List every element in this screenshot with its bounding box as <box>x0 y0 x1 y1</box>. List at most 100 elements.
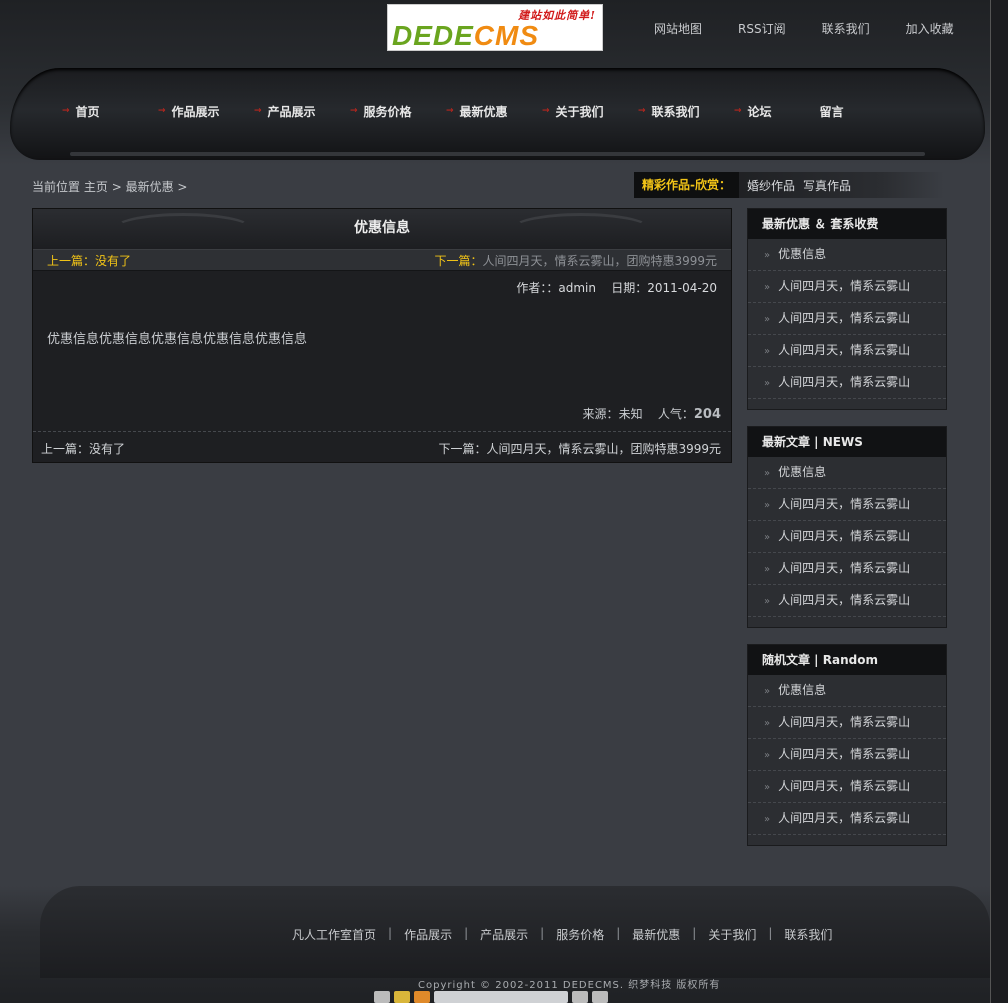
footer-link-home[interactable]: 凡人工作室首页 <box>292 926 376 943</box>
bullet-icon: » <box>764 596 771 607</box>
list-item[interactable]: » 人间四月天，情系云雾山 <box>748 521 946 553</box>
breadcrumb: 当前位置 主页 > 最新优惠 > <box>32 178 187 195</box>
nav-item-pricing[interactable]: → 服务价格 <box>350 102 446 120</box>
breadcrumb-current[interactable]: 最新优惠 <box>126 180 174 194</box>
footer-link-pricing[interactable]: 服务价格 <box>556 926 604 943</box>
nav-item-forum[interactable]: → 论坛 <box>734 102 806 120</box>
article-meta: 作者：：admin 日期：2011-04-20 <box>516 281 717 295</box>
featured-link-wedding[interactable]: 婚纱作品 <box>747 177 795 194</box>
list-item[interactable]: » 人间四月天，情系云雾山 <box>748 303 946 335</box>
list-item[interactable]: » 人间四月天，情系云雾山 <box>748 707 946 739</box>
footer-link-works[interactable]: 作品展示 <box>404 926 452 943</box>
copyright: Copyright © 2002-2011 DEDECMS. 织梦科技 版权所有 <box>418 980 721 991</box>
list-item[interactable]: » 人间四月天，情系云雾山 <box>748 489 946 521</box>
ornament-icon <box>511 213 651 245</box>
bullet-icon: » <box>764 346 771 357</box>
footer-separator: | <box>692 926 697 940</box>
bullet-icon: » <box>764 782 771 793</box>
footer-separator: | <box>768 926 773 940</box>
stop-icon[interactable] <box>414 991 430 1003</box>
list-item[interactable]: » 优惠信息 <box>748 457 946 489</box>
list-item[interactable]: » 优惠信息 <box>748 239 946 271</box>
bullet-icon: » <box>764 314 771 325</box>
list-item[interactable]: » 人间四月天，情系云雾山 <box>748 367 946 399</box>
vertical-scrollbar[interactable] <box>990 0 1008 1003</box>
arrow-icon: → <box>734 106 742 116</box>
forward-icon[interactable] <box>592 991 608 1003</box>
bullet-icon: » <box>764 468 771 479</box>
arrow-icon: → <box>638 106 646 116</box>
list-item[interactable]: » 人间四月天，情系云雾山 <box>748 585 946 617</box>
arrow-icon: → <box>542 106 550 116</box>
nav-item-message[interactable]: →留言 <box>806 102 866 120</box>
arrow-icon: → <box>62 106 70 116</box>
article-panel: 优惠信息 上一篇：没有了 下一篇：人间四月天，情系云雾山，团购特惠3999元 作… <box>32 208 732 463</box>
ornament-icon <box>113 213 253 245</box>
top-link-contact[interactable]: 联系我们 <box>822 20 870 37</box>
footer-link-offers[interactable]: 最新优惠 <box>632 926 680 943</box>
top-links: 网站地图 RSS订阅 联系我们 加入收藏 <box>654 20 990 37</box>
footer-link-contact[interactable]: 联系我们 <box>784 926 832 943</box>
prev-article-top[interactable]: 上一篇：没有了 <box>47 252 131 269</box>
bullet-icon: » <box>764 282 771 293</box>
bullet-icon: » <box>764 250 771 261</box>
progress-bar[interactable] <box>434 991 568 1003</box>
media-player <box>374 991 608 1003</box>
top-link-favorite[interactable]: 加入收藏 <box>906 20 954 37</box>
article-prevnext-top: 上一篇：没有了 下一篇：人间四月天，情系云雾山，团购特惠3999元 <box>33 249 731 271</box>
list-item[interactable]: » 人间四月天，情系云雾山 <box>748 803 946 835</box>
article-source: 来源：未知 人气：204 <box>582 407 721 422</box>
prev-article-bottom[interactable]: 上一篇：没有了 <box>41 440 125 457</box>
article-title-bar: 优惠信息 <box>33 209 731 249</box>
list-item[interactable]: » 优惠信息 <box>748 675 946 707</box>
list-item[interactable]: » 人间四月天，情系云雾山 <box>748 553 946 585</box>
bullet-icon: » <box>764 750 771 761</box>
nav-item-about[interactable]: → 关于我们 <box>542 102 638 120</box>
nav-item-offers[interactable]: → 最新优惠 <box>446 102 542 120</box>
nav-item-works[interactable]: → 作品展示 <box>158 102 254 120</box>
article-date: 2011-04-20 <box>647 281 717 295</box>
bullet-icon: » <box>764 814 771 825</box>
list-item[interactable]: » 人间四月天，情系云雾山 <box>748 739 946 771</box>
play-icon[interactable] <box>374 991 390 1003</box>
featured-works: 精彩作品-欣赏： 婚纱作品 写真作品 <box>634 172 944 198</box>
logo-brand: DEDECMS <box>392 20 540 51</box>
arrow-icon: → <box>254 106 262 116</box>
sidebar-box-title: 随机文章 | Random <box>748 645 946 675</box>
pause-icon[interactable] <box>394 991 410 1003</box>
arrow-icon: → <box>350 106 358 116</box>
breadcrumb-prefix: 当前位置 <box>32 180 81 194</box>
sidebar-box-title: 最新优惠 ＆ 套系收费 <box>748 209 946 239</box>
footer-link-about[interactable]: 关于我们 <box>708 926 756 943</box>
bullet-icon: » <box>764 564 771 575</box>
nav-item-home[interactable]: → 首页 <box>62 102 158 120</box>
bullet-icon: » <box>764 378 771 389</box>
breadcrumb-home[interactable]: 主页 <box>84 180 108 194</box>
bullet-icon: » <box>764 532 771 543</box>
bullet-icon: » <box>764 500 771 511</box>
featured-link-portrait[interactable]: 写真作品 <box>803 177 851 194</box>
article-views: 204 <box>693 407 721 422</box>
nav-item-contact[interactable]: → 联系我们 <box>638 102 734 120</box>
main-nav: → 首页 → 作品展示 → 产品展示 → 服务价格 → 最新优惠 → 关于我们 → 联系我们 … <box>62 102 866 120</box>
sidebar-box-news: 最新文章 | NEWS » 优惠信息 » 人间四月天，情系云雾山 » 人间四月天，情系… <box>747 426 947 628</box>
breadcrumb-separator: > <box>111 180 122 194</box>
list-item[interactable]: » 人间四月天，情系云雾山 <box>748 271 946 303</box>
footer-separator: | <box>464 926 469 940</box>
sidebar-box-offers: 最新优惠 ＆ 套系收费 » 优惠信息 » 人间四月天，情系云雾山 » 人间四月天，情系… <box>747 208 947 410</box>
article-title: 优惠信息 <box>354 220 410 236</box>
breadcrumb-separator: > <box>177 180 188 194</box>
featured-label: 精彩作品-欣赏： <box>634 172 739 198</box>
next-article-bottom[interactable]: 下一篇：人间四月天，情系云雾山，团购特惠3999元 <box>438 440 721 457</box>
footer-link-products[interactable]: 产品展示 <box>480 926 528 943</box>
list-item[interactable]: » 人间四月天，情系云雾山 <box>748 335 946 367</box>
top-link-rss[interactable]: RSS订阅 <box>738 20 786 37</box>
footer-separator: | <box>616 926 621 940</box>
nav-item-products[interactable]: → 产品展示 <box>254 102 350 120</box>
top-link-sitemap[interactable]: 网站地图 <box>654 20 702 37</box>
rewind-icon[interactable] <box>572 991 588 1003</box>
site-logo[interactable]: 建站如此简单! DEDECMS <box>387 4 603 51</box>
next-article-top[interactable]: 下一篇：人间四月天，情系云雾山，团购特惠3999元 <box>434 252 717 269</box>
list-item[interactable]: » 人间四月天，情系云雾山 <box>748 771 946 803</box>
sidebar-box-title: 最新文章 | NEWS <box>748 427 946 457</box>
